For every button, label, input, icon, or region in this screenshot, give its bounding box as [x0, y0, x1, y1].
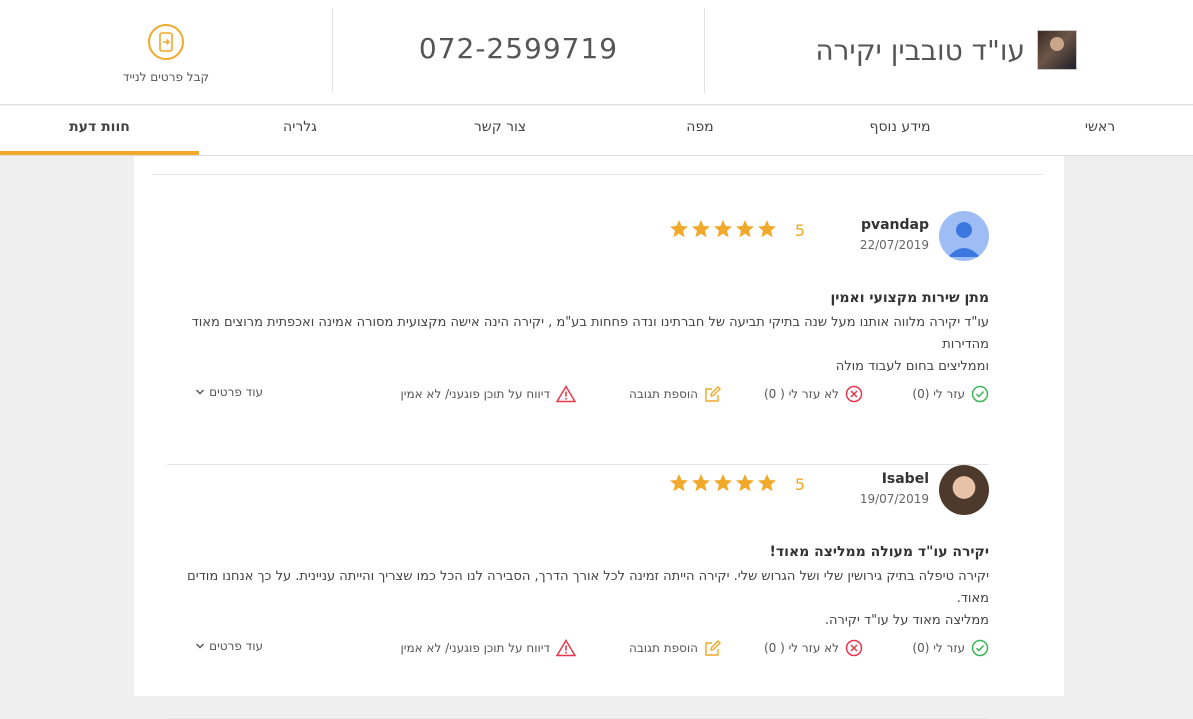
- reviewer-name: pvandap: [860, 217, 929, 233]
- review-body-line: יקירה טיפלה בתיק גירושין שלי ושל הגרוש ש…: [187, 569, 989, 606]
- star-icon: [670, 220, 688, 238]
- report-button[interactable]: דיווח על תוכן פוגעני/ לא אמין: [400, 639, 576, 657]
- helpful-label: עזר לי (0): [912, 641, 965, 655]
- mobile-phone-icon: [148, 24, 184, 60]
- brand-photo: [1037, 30, 1077, 70]
- review-item: Isabel 19/07/2019 5 יקירה עו"ד מעולה ממל…: [167, 465, 989, 719]
- review-body-line: וממליצים בחום לעבוד מולה: [835, 359, 989, 374]
- star-icon: [758, 474, 776, 492]
- user-photo-avatar: [939, 465, 989, 515]
- x-circle-icon: [845, 639, 863, 657]
- add-response-button[interactable]: הוספת תגובה: [629, 385, 722, 403]
- star-icon: [736, 220, 754, 238]
- rating-value: 5: [794, 475, 805, 494]
- rating-value: 5: [794, 221, 805, 240]
- review-title: מתן שירות מקצועי ואמין: [830, 290, 989, 306]
- edit-icon: [705, 386, 721, 402]
- header-divider: [332, 8, 333, 93]
- brand[interactable]: עו"ד טובבין יקירה: [815, 28, 1077, 72]
- tab-map[interactable]: מפה: [600, 106, 800, 155]
- star-icon: [714, 220, 732, 238]
- add-response-label: הוספת תגובה: [629, 387, 698, 401]
- tab-home[interactable]: ראשי: [1000, 106, 1193, 155]
- helpful-label: עזר לי (0): [912, 387, 965, 401]
- site-header: עו"ד טובבין יקירה 072-2599719 קבל פרטים …: [0, 0, 1193, 105]
- add-response-button[interactable]: הוספת תגובה: [629, 639, 722, 657]
- chevron-down-icon: [196, 389, 205, 395]
- report-label: דיווח על תוכן פוגעני/ לא אמין: [400, 387, 550, 401]
- tab-more-info[interactable]: מידע נוסף: [800, 106, 1000, 155]
- star-icon: [670, 474, 688, 492]
- more-details-label: עוד פרטים: [209, 385, 263, 399]
- review-date: 22/07/2019: [859, 238, 929, 252]
- not-helpful-label: לא עזר לי ( 0): [763, 387, 839, 401]
- helpful-button[interactable]: עזר לי (0): [912, 385, 989, 403]
- review-item: pvandap 22/07/2019 5 מתן שירות מקצועי וא…: [167, 211, 989, 465]
- warning-icon: [556, 385, 576, 403]
- review-actions: עזר לי (0) לא עזר לי ( 0) הוספת תגובה די…: [167, 639, 989, 661]
- default-user-avatar-icon: [939, 211, 989, 261]
- star-rating: [667, 219, 777, 239]
- review-body-line: עו"ד יקירה מלווה אותנו מעל שנה בתיקי תבי…: [191, 315, 989, 352]
- divider: [152, 174, 1044, 175]
- report-label: דיווח על תוכן פוגעני/ לא אמין: [400, 641, 550, 655]
- check-circle-icon: [971, 385, 989, 403]
- helpful-button[interactable]: עזר לי (0): [912, 639, 989, 657]
- tab-reviews[interactable]: חוות דעת: [0, 106, 199, 155]
- main-nav: ראשי מידע נוסף מפה צור קשר גלריה חוות דע…: [0, 106, 1193, 156]
- mobile-cta-label: קבל פרטים לנייד: [122, 70, 210, 84]
- x-circle-icon: [845, 385, 863, 403]
- star-icon: [692, 220, 710, 238]
- edit-icon: [705, 640, 721, 656]
- star-icon: [692, 474, 710, 492]
- review-body: עו"ד יקירה מלווה אותנו מעל שנה בתיקי תבי…: [169, 312, 989, 378]
- header-divider: [704, 8, 705, 93]
- review-body: יקירה טיפלה בתיק גירושין שלי ושל הגרוש ש…: [169, 566, 989, 632]
- review-actions: עזר לי (0) לא עזר לי ( 0) הוספת תגובה די…: [167, 385, 989, 407]
- not-helpful-button[interactable]: לא עזר לי ( 0): [764, 385, 863, 403]
- reviewer-name: Isabel: [881, 471, 929, 487]
- more-details-label: עוד פרטים: [209, 639, 263, 653]
- more-details-button[interactable]: עוד פרטים: [195, 639, 263, 653]
- star-rating: [667, 473, 777, 493]
- not-helpful-label: לא עזר לי ( 0): [763, 641, 839, 655]
- star-icon: [736, 474, 754, 492]
- report-button[interactable]: דיווח על תוכן פוגעני/ לא אמין: [400, 385, 576, 403]
- review-title: יקירה עו"ד מעולה ממליצה מאוד!: [769, 544, 989, 560]
- more-details-button[interactable]: עוד פרטים: [195, 385, 263, 399]
- tab-gallery[interactable]: גלריה: [200, 106, 400, 155]
- reviews-panel: pvandap 22/07/2019 5 מתן שירות מקצועי וא…: [134, 156, 1064, 719]
- review-date: 19/07/2019: [859, 492, 929, 506]
- warning-icon: [556, 639, 576, 657]
- star-icon: [758, 220, 776, 238]
- star-icon: [714, 474, 732, 492]
- not-helpful-button[interactable]: לא עזר לי ( 0): [764, 639, 863, 657]
- add-response-label: הוספת תגובה: [629, 641, 698, 655]
- chevron-down-icon: [196, 643, 205, 649]
- brand-name: עו"ד טובבין יקירה: [815, 33, 1025, 67]
- tab-contact[interactable]: צור קשר: [400, 106, 600, 155]
- check-circle-icon: [971, 639, 989, 657]
- review-body-line: ממליצה מאוד על עו"ד יקירה.: [824, 613, 989, 628]
